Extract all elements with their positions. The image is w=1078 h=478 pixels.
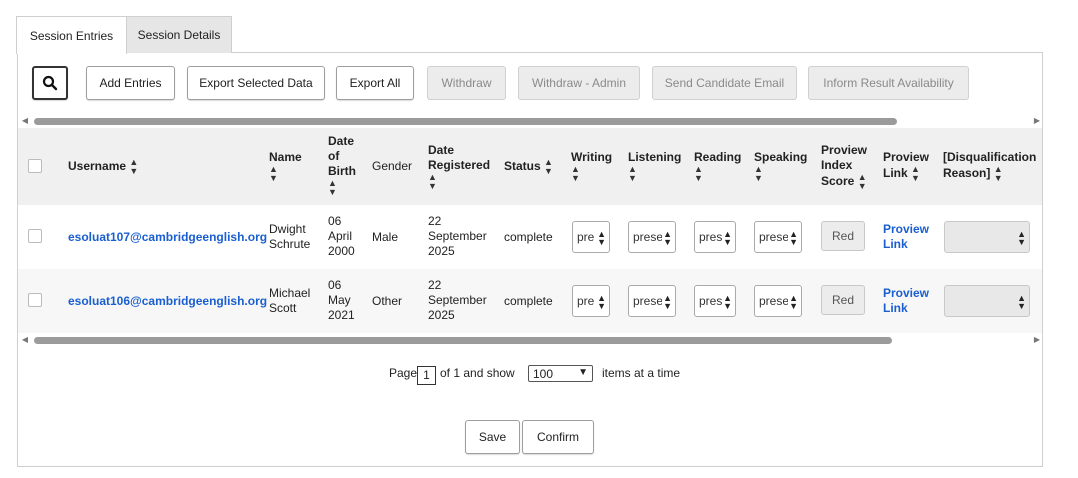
username-link[interactable]: esoluat107@cambridgeenglish.org — [68, 230, 267, 245]
scroll-thumb[interactable] — [34, 118, 897, 125]
column-status[interactable]: Status ▲ ▼ — [504, 158, 553, 176]
column-listening[interactable]: Listening ▲ ▼ — [628, 150, 681, 183]
chevron-updown-icon: ▲ ▼ — [722, 229, 732, 247]
chevron-down-icon: ▼ — [578, 367, 588, 378]
column-reading[interactable]: Reading ▲ ▼ — [694, 150, 741, 183]
sort-icon[interactable]: ▲ ▼ — [328, 179, 337, 197]
gender: Other — [372, 294, 403, 308]
gender: Male — [372, 230, 399, 244]
sort-icon[interactable]: ▲ ▼ — [428, 173, 437, 191]
select-all-checkbox[interactable] — [28, 159, 42, 173]
username-link[interactable]: esoluat106@cambridgeenglish.org — [68, 294, 267, 309]
sort-icon[interactable]: ▲ ▼ — [994, 165, 1003, 183]
disqualification-select[interactable]: ▲ ▼ — [944, 221, 1030, 253]
column-disqualification-reason[interactable]: [Disqualification Reason] ▲ ▼ — [943, 150, 1036, 183]
horizontal-scrollbar-top[interactable]: ◀ ▶ — [20, 115, 1042, 127]
inform-result-button[interactable]: Inform Result Availability — [808, 66, 969, 100]
scroll-left-icon[interactable]: ◀ — [20, 115, 30, 127]
column-proview-score[interactable]: Proview Index Score ▲ ▼ — [821, 143, 867, 191]
proview-score-badge: Red — [821, 221, 865, 251]
scroll-track — [34, 337, 1028, 344]
writing-select[interactable]: pre ▲ ▼ — [572, 221, 610, 253]
table-header: Username ▲ ▼ Name ▲ ▼ Date of Birth ▲ ▼ Gen… — [18, 128, 1042, 205]
date-registered: 22 September 2025 — [428, 278, 487, 322]
sort-icon[interactable]: ▲ ▼ — [544, 158, 553, 176]
sort-icon[interactable]: ▲ ▼ — [858, 173, 867, 191]
table-row: esoluat107@cambridgeenglish.org Dwight Sc… — [18, 205, 1042, 269]
chevron-updown-icon: ▲ ▼ — [788, 293, 798, 311]
sort-icon[interactable]: ▲ ▼ — [269, 165, 278, 183]
confirm-button[interactable]: Confirm — [522, 420, 594, 454]
add-entries-button[interactable]: Add Entries — [86, 66, 175, 100]
export-selected-button[interactable]: Export Selected Data — [187, 66, 325, 100]
column-speaking[interactable]: Speaking ▲ ▼ — [754, 150, 807, 183]
column-username[interactable]: Username ▲ ▼ — [68, 158, 138, 176]
page-count-label: of 1 and show — [440, 366, 515, 380]
page-label: Page — [389, 366, 418, 380]
date-of-birth: 06 April 2000 — [328, 214, 355, 258]
reading-select[interactable]: pres ▲ ▼ — [694, 221, 736, 253]
sort-icon[interactable]: ▲ ▼ — [694, 165, 703, 183]
scroll-thumb[interactable] — [34, 337, 892, 344]
items-label: items at a time — [602, 366, 681, 380]
chevron-updown-icon: ▲ ▼ — [596, 229, 606, 247]
sort-icon[interactable]: ▲ ▼ — [911, 165, 920, 183]
withdraw-admin-button[interactable]: Withdraw - Admin — [518, 66, 640, 100]
horizontal-scrollbar-bottom[interactable]: ◀ ▶ — [20, 334, 1042, 346]
table-row: esoluat106@cambridgeenglish.org Michael S… — [18, 269, 1042, 333]
page-number-input[interactable]: 1 — [417, 366, 436, 385]
send-candidate-email-button[interactable]: Send Candidate Email — [652, 66, 797, 100]
chevron-updown-icon: ▲ ▼ — [722, 293, 732, 311]
candidate-name: Michael Scott — [269, 286, 311, 315]
listening-select[interactable]: prese ▲ ▼ — [628, 285, 676, 317]
scroll-track — [34, 118, 1028, 125]
chevron-updown-icon: ▲ ▼ — [662, 293, 672, 311]
proview-score-badge: Red — [821, 285, 865, 315]
writing-select[interactable]: pre ▲ ▼ — [572, 285, 610, 317]
scroll-left-icon[interactable]: ◀ — [20, 334, 30, 346]
sort-icon[interactable]: ▲ ▼ — [628, 165, 637, 183]
row-checkbox[interactable] — [28, 293, 42, 307]
column-name[interactable]: Name ▲ ▼ — [269, 150, 302, 183]
reading-select[interactable]: pres ▲ ▼ — [694, 285, 736, 317]
sort-icon[interactable]: ▲ ▼ — [129, 158, 138, 176]
withdraw-button[interactable]: Withdraw — [427, 66, 506, 100]
status: complete — [504, 230, 553, 244]
chevron-updown-icon: ▲ ▼ — [662, 229, 672, 247]
disqualification-select[interactable]: ▲ ▼ — [944, 285, 1030, 317]
row-checkbox[interactable] — [28, 229, 42, 243]
chevron-updown-icon: ▲ ▼ — [596, 293, 606, 311]
candidate-name: Dwight Schrute — [269, 222, 311, 251]
tab-session-details[interactable]: Session Details — [126, 16, 232, 53]
save-button[interactable]: Save — [465, 420, 520, 454]
chevron-updown-icon: ▲ ▼ — [788, 229, 798, 247]
column-writing[interactable]: Writing ▲ ▼ — [571, 150, 612, 183]
proview-link[interactable]: Proview Link — [883, 286, 929, 316]
speaking-select[interactable]: prese ▲ ▼ — [754, 221, 802, 253]
chevron-updown-icon: ▲ ▼ — [1017, 229, 1026, 247]
listening-select[interactable]: prese ▲ ▼ — [628, 221, 676, 253]
column-gender: Gender — [372, 159, 413, 173]
tab-session-entries[interactable]: Session Entries — [16, 16, 127, 54]
sort-icon[interactable]: ▲ ▼ — [754, 165, 763, 183]
proview-link[interactable]: Proview Link — [883, 222, 929, 252]
search-icon — [42, 75, 58, 91]
chevron-updown-icon: ▲ ▼ — [1017, 293, 1026, 311]
sort-icon[interactable]: ▲ ▼ — [571, 165, 580, 183]
date-registered: 22 September 2025 — [428, 214, 487, 258]
column-proview-link[interactable]: Proview Link ▲ ▼ — [883, 150, 929, 183]
search-button[interactable] — [32, 66, 68, 100]
speaking-select[interactable]: prese ▲ ▼ — [754, 285, 802, 317]
scroll-right-icon[interactable]: ▶ — [1032, 115, 1042, 127]
date-of-birth: 06 May 2021 — [328, 278, 355, 322]
scroll-right-icon[interactable]: ▶ — [1032, 334, 1042, 346]
column-date-registered[interactable]: Date Registered ▲ ▼ — [428, 143, 490, 191]
export-all-button[interactable]: Export All — [336, 66, 414, 100]
status: complete — [504, 294, 553, 308]
items-per-page-select[interactable]: 100 ▼ — [528, 365, 593, 382]
column-dob[interactable]: Date of Birth ▲ ▼ — [328, 134, 356, 197]
